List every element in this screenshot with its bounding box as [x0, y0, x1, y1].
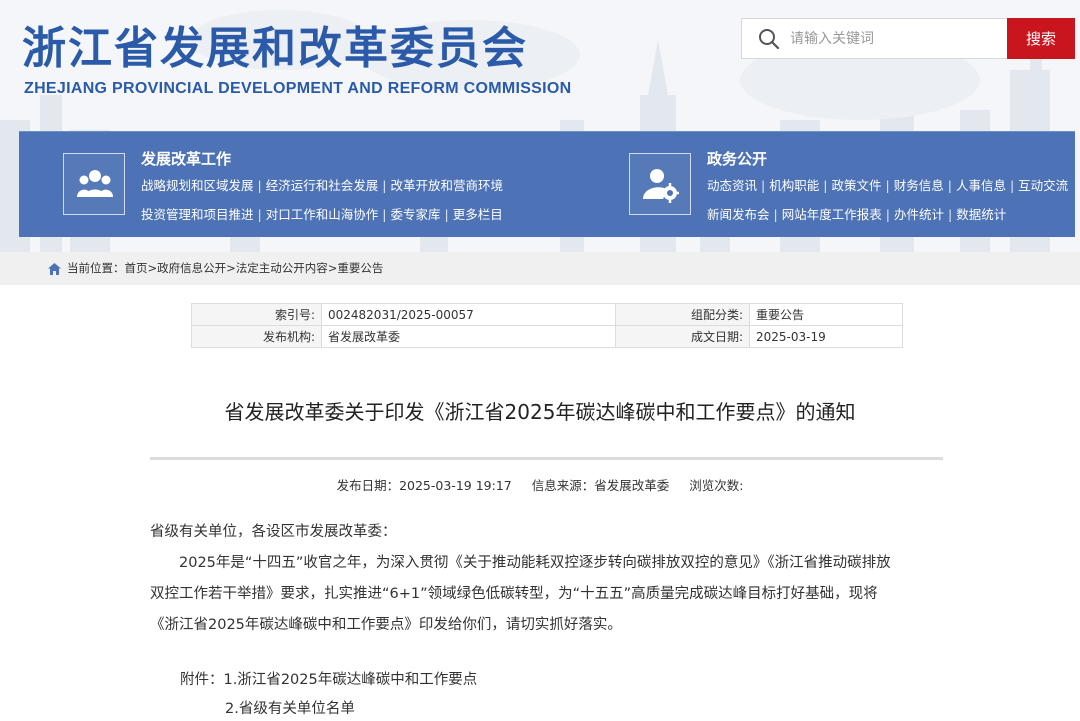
category-label: 组配分类: — [615, 303, 750, 326]
view-count: 浏览次数: — [689, 478, 744, 493]
table-row: 发布机构: 省发展改革委 成文日期: 2025-03-19 — [191, 325, 903, 348]
separator: | — [761, 178, 766, 193]
search-input[interactable] — [790, 19, 1006, 58]
nav-link-investment-management[interactable]: 投资管理和项目推进 — [141, 207, 254, 222]
separator: | — [823, 178, 828, 193]
nav-block-government-affairs: 政务公开 动态资讯 | 机构职能 | 政策文件 | 财务信息 | 人事信息 | 互动交流 新闻发布会… — [585, 132, 1075, 238]
nav-link-personnel-info[interactable]: 人事信息 — [956, 178, 1006, 193]
date-label: 成文日期: — [615, 325, 750, 348]
article-title: 省发展改革委关于印发《浙江省2025年碳达峰碳中和工作要点》的通知 — [224, 400, 856, 424]
search-button[interactable]: 搜索 — [1007, 18, 1075, 59]
index-label: 索引号: — [191, 303, 322, 326]
breadcrumb-gov-info[interactable]: 政府信息公开 — [157, 261, 226, 275]
document-meta-table: 索引号: 002482031/2025-00057 组配分类: 重要公告 发布机… — [191, 303, 903, 348]
user-gear-icon — [643, 169, 679, 203]
search-bar: 搜索 — [741, 18, 1075, 59]
breadcrumb-trail: 当前位置：首页>政府信息公开>法定主动公开内容>重要公告 — [67, 260, 383, 276]
separator: | — [947, 178, 952, 193]
separator: | — [885, 207, 890, 222]
nav-link-economic-operation[interactable]: 经济运行和社会发展 — [266, 178, 379, 193]
separator: | — [773, 207, 778, 222]
breadcrumb-important-notice[interactable]: 重要公告 — [337, 261, 383, 275]
nav-link-finance-info[interactable]: 财务信息 — [894, 178, 944, 193]
breadcrumb: 当前位置：首页>政府信息公开>法定主动公开内容>重要公告 — [0, 252, 1080, 285]
separator: | — [1009, 178, 1015, 193]
nav-panel: 发展改革工作 战略规划和区域发展 | 经济运行和社会发展 | 改革开放和营商环境 投资管… — [19, 131, 1075, 237]
breadcrumb-statutory-content[interactable]: 法定主动公开内容 — [236, 261, 328, 275]
nav-link-more-columns[interactable]: 更多栏目 — [453, 207, 503, 222]
nav-title-government-affairs[interactable]: 政务公开 — [707, 148, 767, 169]
nav-links-row: 新闻发布会 | 网站年度工作报表 | 办件统计 | 数据统计 — [707, 206, 1006, 224]
breadcrumb-separator: > — [226, 261, 236, 275]
nav-title-development-reform[interactable]: 发展改革工作 — [141, 148, 231, 169]
breadcrumb-home[interactable]: 首页 — [125, 261, 148, 275]
separator: | — [257, 207, 262, 222]
nav-link-data-statistics[interactable]: 数据统计 — [956, 207, 1006, 222]
nav-links-row: 投资管理和项目推进 | 对口工作和山海协作 | 委专家库 | 更多栏目 — [141, 206, 503, 224]
nav-link-news[interactable]: 动态资讯 — [707, 178, 757, 193]
greeting: 省级有关单位，各设区市发展改革委： — [150, 524, 397, 540]
home-icon — [48, 263, 61, 275]
nav-link-press-conference[interactable]: 新闻发布会 — [707, 207, 770, 222]
publisher-value: 省发展改革委 — [321, 325, 616, 348]
date-value: 2025-03-19 — [749, 325, 903, 348]
paragraph-line: 2025年是“十四五”收官之年，为深入贯彻《关于推动能耗双控逐步转向碳排放双控的… — [179, 555, 891, 571]
attachment-link[interactable]: 1.浙江省2025年碳达峰碳中和工作要点 — [224, 672, 478, 688]
separator: | — [885, 178, 890, 193]
site-title-cn[interactable]: 浙江省发展和改革委员会 — [22, 12, 528, 76]
separator: | — [382, 178, 387, 193]
breadcrumb-separator: > — [327, 261, 338, 275]
paragraph-line: 《浙江省2025年碳达峰碳中和工作要点》印发给你们，请切实抓好落实。 — [150, 617, 622, 633]
nav-link-reform-opening[interactable]: 改革开放和营商环境 — [390, 178, 503, 193]
attachment-link[interactable]: 2.省级有关单位名单 — [225, 701, 355, 717]
index-value: 002482031/2025-00057 — [321, 303, 616, 326]
separator: | — [444, 207, 449, 222]
nav-link-expert-database[interactable]: 委专家库 — [390, 207, 440, 222]
info-source: 信息来源：省发展改革委 — [531, 478, 670, 493]
separator: | — [257, 178, 262, 193]
article-body: 省级有关单位，各设区市发展改革委： 2025年是“十四五”收官之年，为深入贯彻《… — [150, 517, 940, 641]
breadcrumb-prefix: 当前位置： — [67, 261, 125, 275]
nav-link-annual-report[interactable]: 网站年度工作报表 — [782, 207, 882, 222]
nav-link-case-statistics[interactable]: 办件统计 — [894, 207, 944, 222]
attachment-label: 附件： — [180, 672, 224, 688]
people-group-icon — [77, 170, 113, 197]
attachment-row: 2.省级有关单位名单 — [180, 695, 477, 721]
paragraph-line: 双控工作若干举措》要求，扎实推进“6+1”领域绿色低碳转型，为“十五五”高质量完… — [150, 586, 878, 602]
separator: | — [947, 207, 953, 222]
table-row: 索引号: 002482031/2025-00057 组配分类: 重要公告 — [191, 303, 903, 326]
publish-date: 发布日期：2025-03-19 19:17 — [336, 478, 512, 493]
search-icon — [759, 29, 780, 50]
publish-info: 发布日期：2025-03-19 19:17 信息来源：省发展改革委 浏览次数: — [0, 475, 1080, 494]
title-divider — [150, 457, 943, 460]
nav-links-row: 战略规划和区域发展 | 经济运行和社会发展 | 改革开放和营商环境 — [141, 177, 503, 195]
site-title-en[interactable]: ZHEJIANG PROVINCIAL DEVELOPMENT AND REFO… — [24, 80, 572, 98]
publisher-label: 发布机构: — [191, 325, 322, 348]
category-value: 重要公告 — [749, 303, 903, 326]
nav-link-interaction[interactable]: 互动交流 — [1018, 178, 1068, 193]
separator: | — [382, 207, 387, 222]
nav-link-functions[interactable]: 机构职能 — [769, 178, 819, 193]
nav-link-counterpart-work[interactable]: 对口工作和山海协作 — [266, 207, 379, 222]
attachments: 附件：1.浙江省2025年碳达峰碳中和工作要点 2.省级有关单位名单 — [180, 666, 477, 721]
nav-block-development-reform: 发展改革工作 战略规划和区域发展 | 经济运行和社会发展 | 改革开放和营商环境 投资管… — [19, 132, 539, 238]
nav-link-strategy-planning[interactable]: 战略规划和区域发展 — [141, 178, 254, 193]
breadcrumb-separator: > — [147, 261, 158, 275]
nav-link-policy-documents[interactable]: 政策文件 — [831, 178, 881, 193]
attachment-row: 附件：1.浙江省2025年碳达峰碳中和工作要点 — [180, 666, 477, 695]
nav-icon-box[interactable] — [63, 153, 125, 215]
nav-icon-box[interactable] — [629, 153, 691, 215]
nav-links-row: 动态资讯 | 机构职能 | 政策文件 | 财务信息 | 人事信息 | 互动交流 — [707, 177, 1068, 195]
